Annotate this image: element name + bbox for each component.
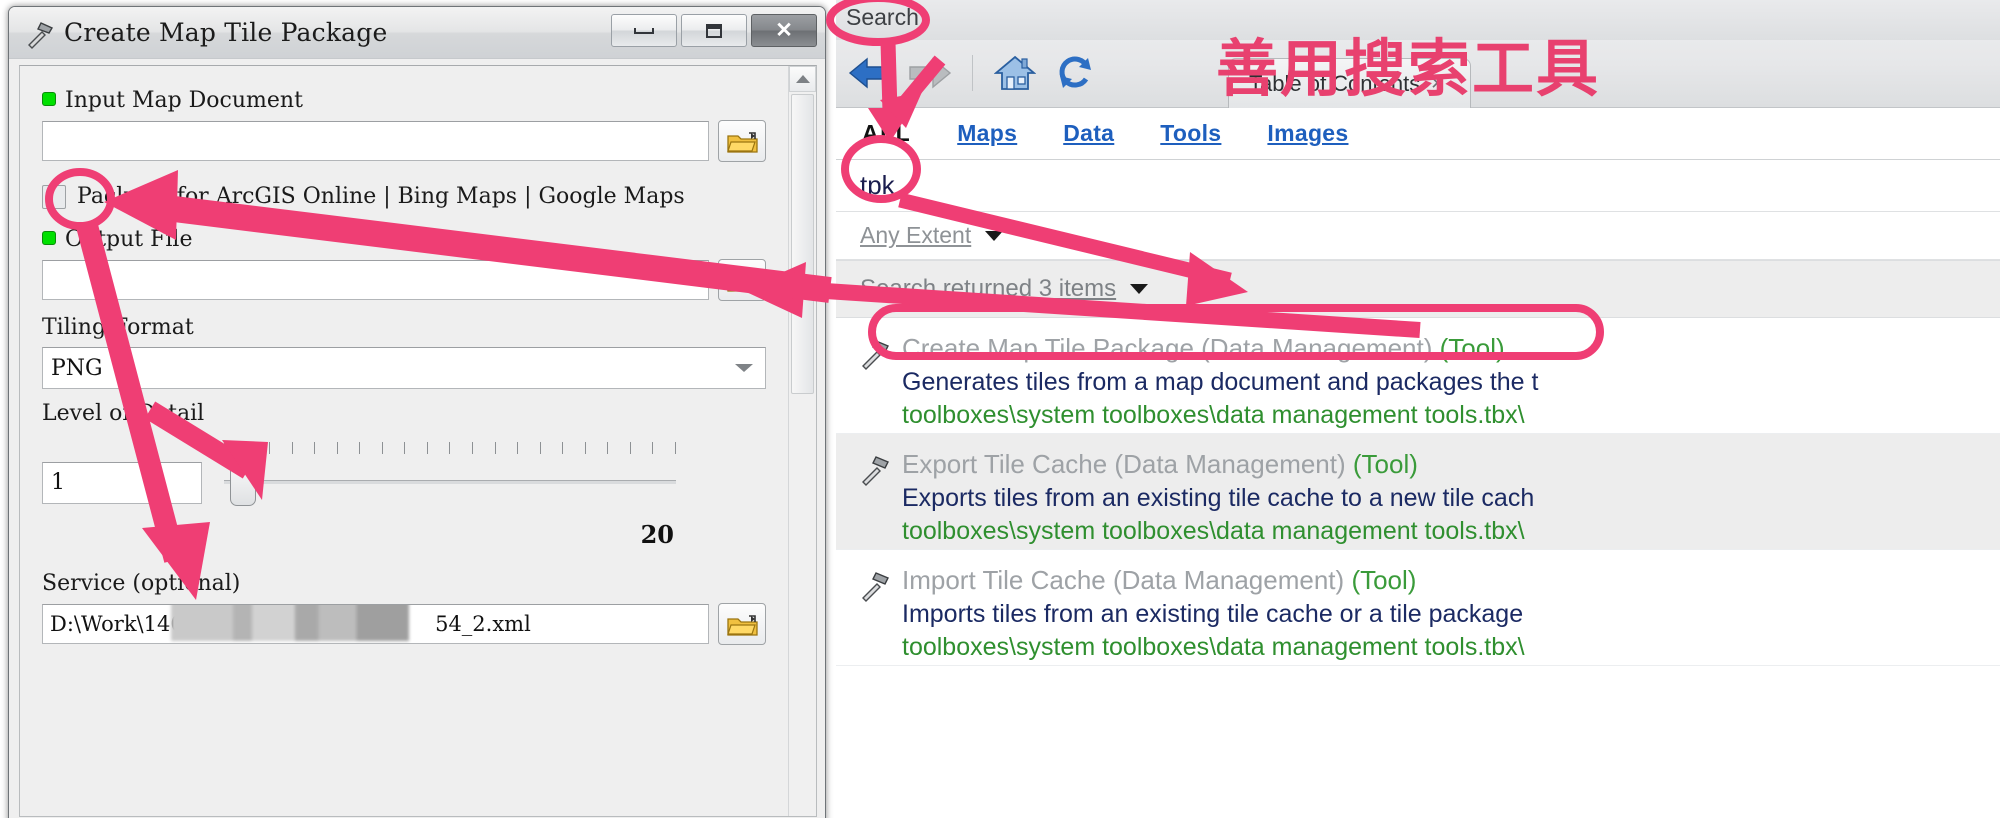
table-of-contents-tab-label: Table of Contents (1249, 70, 1421, 96)
dialog-body: Input Map Document Package for ArcGIS On… (19, 65, 817, 817)
package-for-online-label: Package for ArcGIS Online | Bing Maps | … (77, 184, 685, 209)
required-indicator-icon (42, 231, 56, 245)
close-icon[interactable]: ✕ (1430, 74, 1444, 94)
output-file-label: Output File (42, 227, 766, 252)
maximize-button[interactable] (681, 14, 747, 47)
level-of-detail-slider[interactable]: 1 (42, 442, 766, 516)
tool-parameter-form: Input Map Document Package for ArcGIS On… (20, 66, 788, 816)
forward-button[interactable] (902, 47, 958, 99)
tab-all[interactable]: ALL (862, 120, 911, 147)
result-title[interactable]: Export Tile Cache (Data Management) (Too… (902, 448, 2000, 481)
result-title[interactable]: Create Map Tile Package (Data Management… (902, 332, 2000, 365)
service-value-suffix: 54_2.xml (435, 612, 531, 636)
slider-thumb[interactable] (230, 460, 256, 506)
tiling-format-select[interactable]: PNG (42, 347, 766, 389)
folder-browse-icon (727, 615, 759, 637)
level-of-detail-max-label: 20 (640, 520, 674, 549)
input-map-document-row (42, 120, 766, 162)
level-of-detail-value[interactable]: 1 (42, 462, 202, 504)
chevron-down-icon (735, 364, 753, 372)
chevron-down-icon[interactable] (1130, 284, 1149, 294)
slider-ticks (224, 442, 676, 456)
result-description: Imports tiles from an existing tile cach… (902, 599, 1524, 628)
hammer-tool-icon (858, 452, 892, 486)
list-item[interactable]: Create Map Tile Package (Data Management… (836, 318, 2000, 434)
back-button[interactable] (842, 47, 898, 99)
window-controls: ✕ (611, 14, 817, 47)
home-button[interactable] (987, 47, 1043, 99)
result-path: toolboxes\system toolboxes\data manageme… (902, 632, 1525, 661)
tab-data[interactable]: Data (1063, 120, 1114, 147)
result-count-label[interactable]: Search returned 3 items (860, 275, 1116, 303)
search-input-row[interactable]: tpk (836, 160, 2000, 212)
output-file-field[interactable] (42, 260, 709, 300)
input-map-document-field[interactable] (42, 121, 709, 161)
service-browse-button[interactable] (718, 603, 766, 645)
forward-arrow-icon (909, 57, 952, 89)
list-item[interactable]: Import Tile Cache (Data Management) (Too… (836, 550, 2000, 666)
tab-images[interactable]: Images (1267, 120, 1348, 147)
toolbar-divider (972, 55, 973, 91)
back-arrow-icon (848, 57, 891, 89)
result-description: Exports tiles from an existing tile cach… (902, 483, 1535, 512)
result-path: toolboxes\system toolboxes\data manageme… (902, 516, 1525, 545)
search-nav-toolbar (842, 44, 1103, 102)
tab-tools[interactable]: Tools (1160, 120, 1221, 147)
minimize-icon (634, 27, 654, 34)
package-for-online-row[interactable]: Package for ArcGIS Online | Bing Maps | … (42, 184, 766, 209)
scrollbar-thumb[interactable] (791, 94, 814, 394)
folder-browse-icon (727, 132, 759, 154)
minimize-button[interactable] (611, 14, 677, 47)
search-input[interactable]: tpk (860, 170, 895, 201)
hammer-tool-icon (25, 19, 55, 49)
list-item[interactable]: Export Tile Cache (Data Management) (Too… (836, 434, 2000, 550)
result-path: toolboxes\system toolboxes\data manageme… (902, 400, 1525, 429)
search-panel-titlebar: Search (836, 0, 2000, 40)
service-field[interactable]: D:\Work\1406 54_2.xml (42, 604, 709, 644)
dialog-titlebar[interactable]: Create Map Tile Package ✕ (9, 7, 825, 59)
dialog-scrollbar[interactable] (788, 66, 816, 816)
service-row: D:\Work\1406 54_2.xml (42, 603, 766, 645)
search-panel-chrome: Search Table of Contents ✕ (836, 0, 2000, 108)
page-title: Create Map Tile Package (64, 18, 388, 47)
redaction-overlay (171, 605, 409, 641)
close-icon: ✕ (775, 19, 793, 42)
refresh-button[interactable] (1047, 47, 1103, 99)
required-indicator-icon (42, 92, 56, 106)
search-panel-title: Search (846, 4, 919, 30)
home-icon (994, 55, 1036, 90)
service-label: Service (optional) (42, 571, 241, 596)
result-count-row: Search returned 3 items (836, 260, 2000, 318)
package-for-online-checkbox[interactable] (42, 184, 66, 209)
close-button[interactable]: ✕ (751, 14, 817, 47)
input-map-document-browse-button[interactable] (718, 120, 766, 162)
create-map-tile-package-dialog: Create Map Tile Package ✕ Input Map Docu… (8, 6, 826, 818)
tab-maps[interactable]: Maps (957, 120, 1017, 147)
chevron-up-icon (795, 75, 810, 83)
folder-browse-icon (727, 271, 759, 293)
extent-filter-row[interactable]: Any Extent (836, 212, 2000, 260)
level-of-detail-label: Level of Detail (42, 401, 205, 426)
slider-track[interactable] (224, 480, 676, 484)
chevron-down-icon[interactable] (985, 230, 1004, 241)
input-map-document-label: Input Map Document (42, 88, 766, 113)
tiling-format-value: PNG (51, 355, 103, 381)
refresh-icon (1059, 56, 1091, 88)
hammer-tool-icon (858, 336, 892, 370)
search-panel: Search Table of Contents ✕ ALL Maps Data… (836, 0, 2000, 818)
extent-filter-label[interactable]: Any Extent (860, 222, 971, 249)
table-of-contents-tab[interactable]: Table of Contents ✕ (1228, 58, 1472, 108)
hammer-tool-icon (858, 568, 892, 602)
result-title[interactable]: Import Tile Cache (Data Management) (Too… (902, 564, 2000, 597)
scroll-up-button[interactable] (789, 66, 816, 92)
tiling-format-label: Tiling Format (42, 315, 194, 340)
result-description: Generates tiles from a map document and … (902, 367, 1539, 396)
search-results-list: Create Map Tile Package (Data Management… (836, 318, 2000, 818)
search-category-tabs: ALL Maps Data Tools Images (836, 108, 2000, 160)
output-file-browse-button[interactable] (718, 259, 766, 301)
output-file-row (42, 259, 766, 301)
maximize-icon (706, 23, 722, 38)
